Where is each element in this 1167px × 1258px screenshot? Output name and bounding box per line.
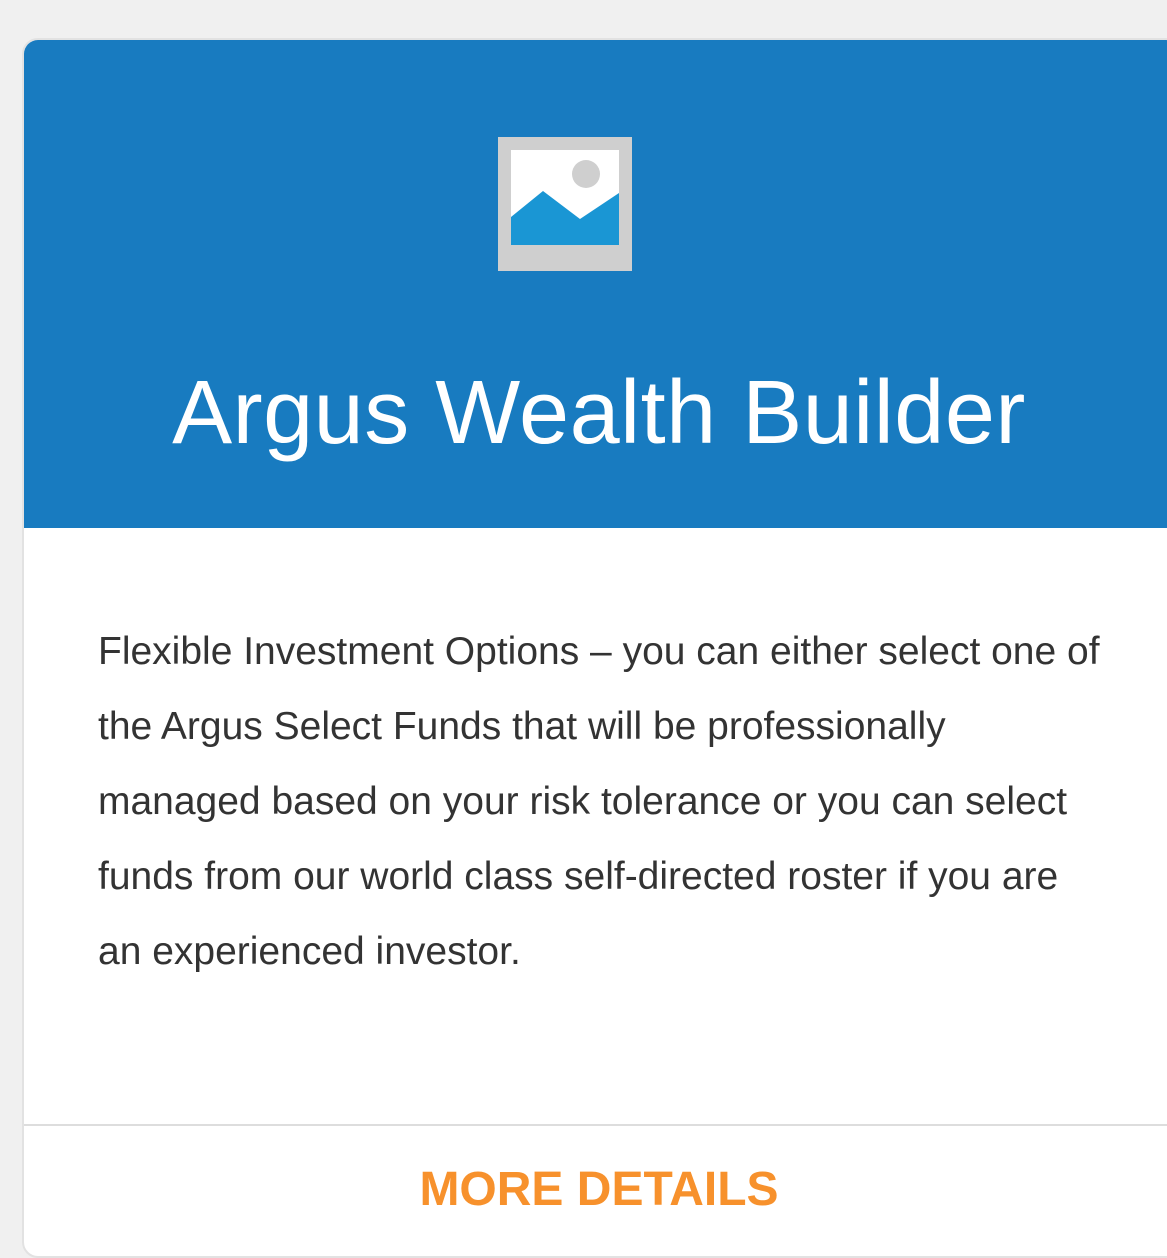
product-card: Argus Wealth Builder Flexible Investment… xyxy=(22,38,1167,1258)
card-description: Flexible Investment Options – you can ei… xyxy=(98,630,1100,973)
more-details-link[interactable]: MORE DETAILS xyxy=(24,1158,1167,1222)
card-title: Argus Wealth Builder xyxy=(172,363,1026,463)
divider xyxy=(24,1124,1167,1126)
card-header: Argus Wealth Builder xyxy=(24,40,1167,528)
image-placeholder-icon xyxy=(498,137,632,271)
